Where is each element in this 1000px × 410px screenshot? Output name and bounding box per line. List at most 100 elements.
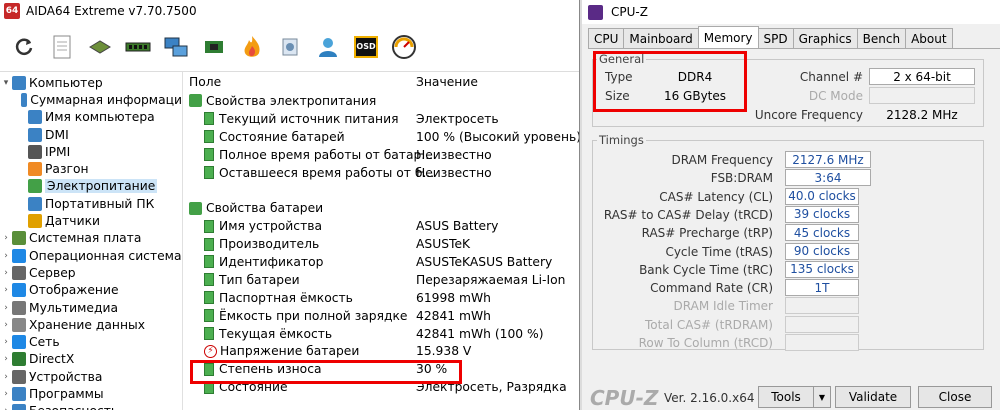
tree-item-label: Датчики [45,214,100,229]
table-row[interactable]: Оставшееся время работы от б... Неизвестн… [186,164,579,182]
expand-toggle[interactable]: › [0,337,12,347]
tree-item-label: Сервер [29,265,76,280]
user-icon[interactable] [312,31,344,63]
tree-item-4[interactable]: IPMI [0,143,182,160]
tree-item-7[interactable]: Портативный ПК [0,195,182,212]
table-row[interactable]: Тип батареи Перезаряжаемая Li-Ion [186,271,579,289]
tree-item-1[interactable]: Суммарная информаци [0,91,182,108]
expand-toggle[interactable]: › [0,389,12,399]
expand-toggle[interactable]: › [0,372,12,382]
tools-icon[interactable] [274,31,306,63]
voltage-icon: ⚡ [204,344,217,358]
timing-value: 2127.6 MHz [785,151,871,168]
tree-item-0[interactable]: ▾ Компьютер [0,74,182,91]
tree-item-19[interactable]: › Безопасность [0,403,182,410]
power-icon [204,112,214,126]
timing-label: Bank Cycle Time (tRC) [639,262,773,277]
tree-item-11[interactable]: › Сервер [0,264,182,281]
table-row[interactable]: Имя устройства ASUS Battery [186,217,579,235]
expand-toggle[interactable]: › [0,268,12,278]
network-icon[interactable] [160,31,192,63]
toolbar: OSD [0,22,579,72]
gauge-icon[interactable] [388,31,420,63]
tree-item-17[interactable]: › Устройства [0,368,182,385]
field-text: Полное время работы от батар... [219,147,434,162]
expand-toggle[interactable]: › [0,285,12,295]
table-row[interactable]: ⚡ Напряжение батареи 15.938 V [186,342,579,360]
row-field: ⚡ Напряжение батареи [204,344,359,358]
timing-value: 3:64 [785,169,871,187]
tab-memory[interactable]: Memory [697,26,759,48]
aida64-window: 64 AIDA64 Extreme v7.70.7500 OSD ▾ Компью… [0,0,580,410]
table-row[interactable]: Состояние батарей 100 % (Высокий уровень) [186,128,579,146]
tree-item-3[interactable]: DMI [0,126,182,143]
tree-item-15[interactable]: › Сеть [0,333,182,350]
motherboard-icon[interactable] [84,31,116,63]
cpuz-logo-icon [588,4,603,20]
tree-item-label: Суммарная информаци [30,92,182,107]
close-button[interactable]: Close [918,386,992,408]
table-row[interactable]: Идентификатор ASUSTeKASUS Battery [186,253,579,271]
ipmi-icon [28,144,42,159]
tab-mainboard[interactable]: Mainboard [623,28,699,48]
tree-item-10[interactable]: › Операционная система [0,247,182,264]
fire-icon[interactable] [236,31,268,63]
tree-item-2[interactable]: Имя компьютера [0,109,182,126]
tree-item-5[interactable]: Разгон [0,160,182,177]
tools-dropdown-button[interactable]: ▼ [813,386,831,408]
chip-icon[interactable] [198,31,230,63]
table-row[interactable]: Производитель ASUSTeK [186,235,579,253]
group-icon [189,201,202,215]
tab-about[interactable]: About [905,28,953,48]
table-row[interactable]: Текущий источник питания Электросеть [186,110,579,128]
expand-toggle[interactable]: › [0,320,12,330]
timing-label: Command Rate (CR) [650,281,773,296]
power-icon [204,309,214,323]
group-header-row[interactable]: Свойства батареи [186,199,579,217]
expand-toggle[interactable]: › [0,233,12,243]
tree-item-6[interactable]: Электропитание [0,178,182,195]
osd-icon[interactable]: OSD [350,31,382,63]
power-icon [204,327,214,341]
expand-toggle[interactable]: › [0,251,12,261]
expand-toggle[interactable]: › [0,354,12,364]
tree-item-label: Электропитание [45,179,158,194]
tree-item-12[interactable]: › Отображение [0,282,182,299]
refresh-icon[interactable] [8,31,40,63]
tab-cpu[interactable]: CPU [588,28,625,48]
expand-toggle[interactable]: › [0,406,12,410]
tree-item-8[interactable]: Датчики [0,212,182,229]
dmi-icon [28,127,42,142]
table-row[interactable]: Ёмкость при полной зарядке 42841 mWh [186,307,579,325]
cpuz-title: CPU-Z [611,5,648,19]
tree-item-9[interactable]: › Системная плата [0,230,182,247]
aida64-logo: 64 [4,3,20,19]
tree-item-18[interactable]: › Программы [0,385,182,402]
column-header-field[interactable]: Поле [189,75,221,89]
validate-button[interactable]: Validate [835,386,911,408]
table-row[interactable] [186,181,579,199]
motherboard-icon [12,231,26,246]
tab-graphics[interactable]: Graphics [792,28,858,48]
channel-value: 2 x 64-bit [869,68,975,85]
report-icon[interactable] [46,31,78,63]
tree-item-14[interactable]: › Хранение данных [0,316,182,333]
field-text: Оставшееся время работы от б... [219,165,435,180]
expand-toggle[interactable]: ▾ [0,78,12,88]
tree-item-16[interactable]: › DirectX [0,351,182,368]
tree-item-13[interactable]: › Мультимедиа [0,299,182,316]
programs-icon [12,386,26,401]
table-row[interactable]: Паспортная ёмкость 61998 mWh [186,289,579,307]
window-title: AIDA64 Extreme v7.70.7500 [26,4,197,18]
tools-button[interactable]: Tools [758,386,814,408]
tab-spd[interactable]: SPD [757,28,794,48]
table-row[interactable]: Полное время работы от батар... Неизвестн… [186,146,579,164]
tree-item-label: Имя компьютера [45,110,155,125]
memory-module-icon[interactable] [122,31,154,63]
expand-toggle[interactable]: › [0,303,12,313]
group-header-row[interactable]: Свойства электропитания [186,92,579,110]
timings-group-title: Timings [597,133,646,147]
table-row[interactable]: Текущая ёмкость 42841 mWh (100 %) [186,325,579,343]
column-header-value[interactable]: Значение [416,75,478,89]
tab-bench[interactable]: Bench [856,28,907,48]
